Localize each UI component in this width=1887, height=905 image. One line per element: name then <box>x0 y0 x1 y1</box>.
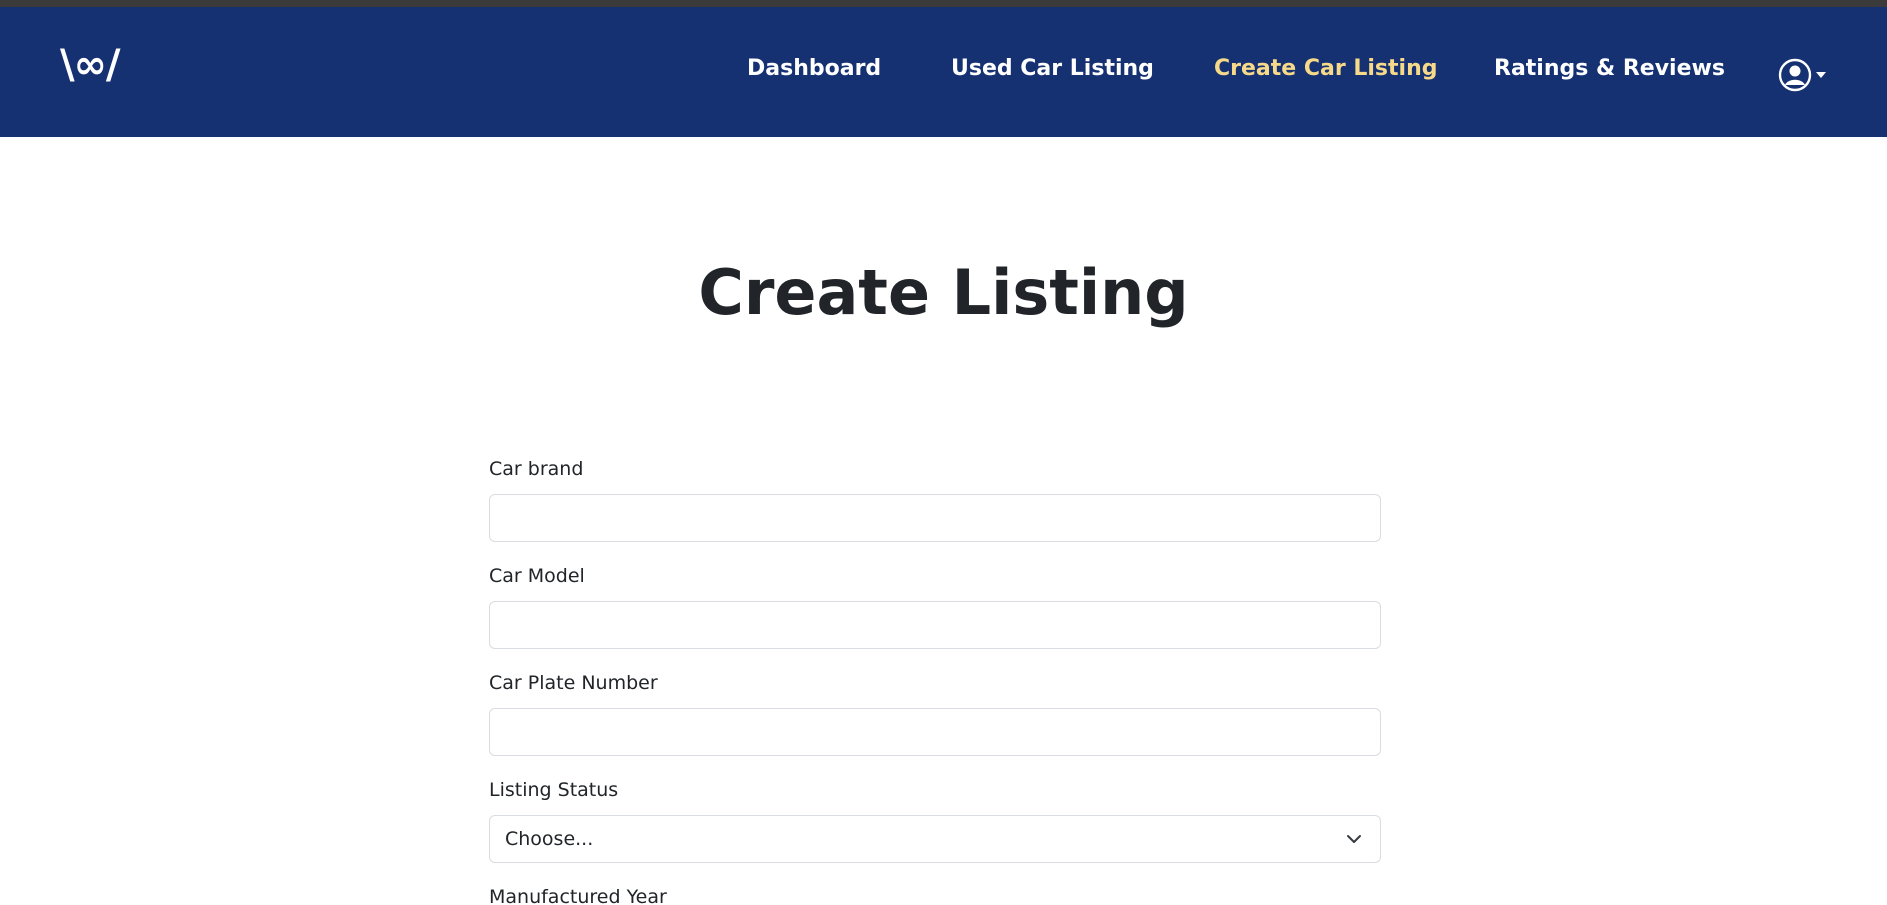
listing-status-select[interactable]: Choose... <box>489 815 1381 863</box>
car-brand-input[interactable] <box>489 494 1381 542</box>
car-plate-label: Car Plate Number <box>489 672 658 694</box>
nav-link-used-car-listing[interactable]: Used Car Listing <box>951 58 1154 80</box>
car-plate-input[interactable] <box>489 708 1381 756</box>
car-plate-group: Car Plate Number <box>489 674 1381 756</box>
car-brand-label: Car brand <box>489 458 584 480</box>
listing-status-label: Listing Status <box>489 779 619 801</box>
car-model-input[interactable] <box>489 601 1381 649</box>
profile-dropdown[interactable] <box>1778 57 1830 93</box>
logo[interactable]: \∞/ <box>60 45 121 85</box>
manufactured-year-group: Manufactured Year <box>489 888 1381 905</box>
nav-link-create-car-listing[interactable]: Create Car Listing <box>1214 58 1437 80</box>
car-model-label: Car Model <box>489 565 585 587</box>
car-brand-group: Car brand <box>489 460 1381 542</box>
listing-status-group: Listing Status Choose... <box>489 781 1381 863</box>
user-circle-icon <box>1778 58 1812 92</box>
window-top-strip <box>0 0 1887 7</box>
navbar: \∞/ Dashboard Used Car Listing Create Ca… <box>0 7 1887 137</box>
nav-link-ratings-reviews[interactable]: Ratings & Reviews <box>1494 58 1725 80</box>
chevron-down-icon <box>1346 834 1362 844</box>
car-model-group: Car Model <box>489 567 1381 649</box>
page-title: Create Listing <box>698 256 1189 329</box>
caret-down-icon <box>1816 72 1826 78</box>
manufactured-year-label: Manufactured Year <box>489 886 667 905</box>
listing-status-selected: Choose... <box>505 828 594 850</box>
nav-link-dashboard[interactable]: Dashboard <box>747 58 881 80</box>
